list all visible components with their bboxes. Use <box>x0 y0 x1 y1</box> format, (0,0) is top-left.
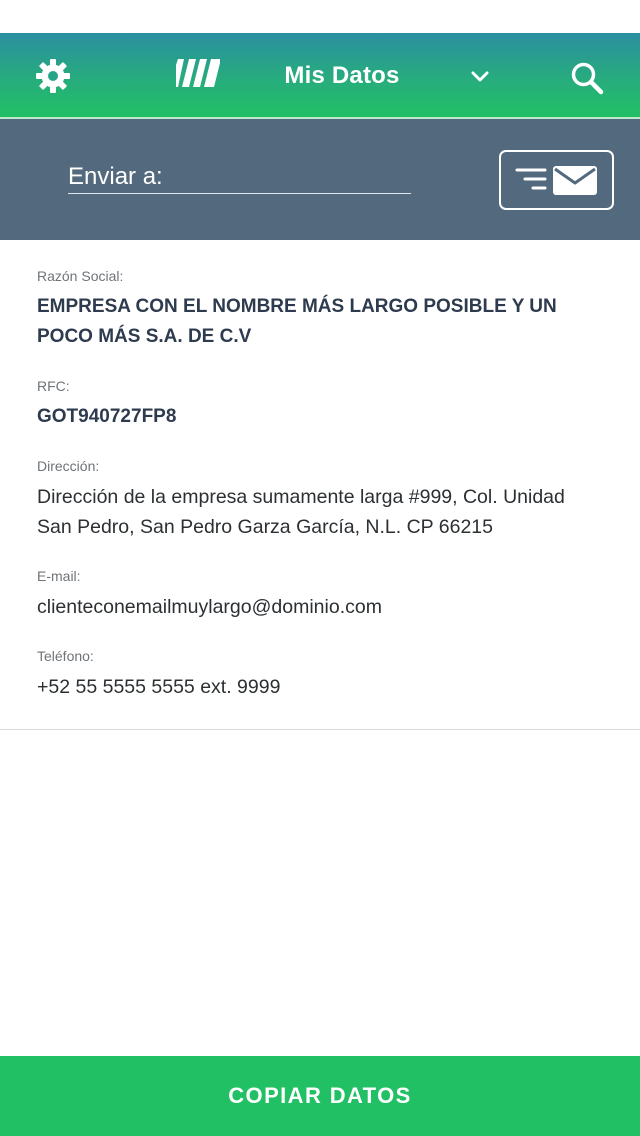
company-details: Razón Social: EMPRESA CON EL NOMBRE MÁS … <box>0 240 640 730</box>
send-to-label: Enviar a: <box>68 163 163 190</box>
razon-social-value: EMPRESA CON EL NOMBRE MÁS LARGO POSIBLE … <box>37 296 557 347</box>
gear-icon[interactable] <box>35 58 71 94</box>
send-email-button[interactable] <box>499 150 614 210</box>
page-title[interactable]: Mis Datos <box>270 62 414 90</box>
direccion-field: Dirección: Dirección de la empresa sumam… <box>37 458 597 542</box>
email-field: E-mail: clienteconemailmuylargo@dominio.… <box>37 568 597 622</box>
status-bar <box>0 0 640 33</box>
direccion-label: Dirección: <box>37 458 100 474</box>
filter-lines-icon <box>515 168 547 190</box>
telefono-field: Teléfono: +52 55 5555 5555 ext. 9999 <box>37 648 597 702</box>
send-to-input[interactable]: Enviar a: <box>68 162 411 194</box>
email-label: E-mail: <box>37 568 81 584</box>
rfc-field: RFC: GOT940727FP8 <box>37 378 597 432</box>
rfc-label: RFC: <box>37 378 70 394</box>
copy-data-button[interactable]: COPIAR DATOS <box>0 1056 640 1136</box>
search-icon[interactable] <box>570 61 604 95</box>
razon-social-label: Razón Social: <box>37 268 124 284</box>
razon-social-field: Razón Social: EMPRESA CON EL NOMBRE MÁS … <box>37 268 597 352</box>
header-bar: Mis Datos <box>0 33 640 119</box>
email-value: clienteconemailmuylargo@dominio.com <box>37 596 382 618</box>
direccion-value: Dirección de la empresa sumamente larga … <box>37 486 565 538</box>
telefono-label: Teléfono: <box>37 648 94 664</box>
rfc-value: GOT940727FP8 <box>37 406 177 427</box>
brand-logo-icon <box>176 59 220 87</box>
telefono-value: +52 55 5555 5555 ext. 9999 <box>37 676 281 698</box>
send-to-bar: Enviar a: <box>0 119 640 240</box>
chevron-down-icon[interactable] <box>470 70 490 84</box>
envelope-icon <box>553 166 597 195</box>
